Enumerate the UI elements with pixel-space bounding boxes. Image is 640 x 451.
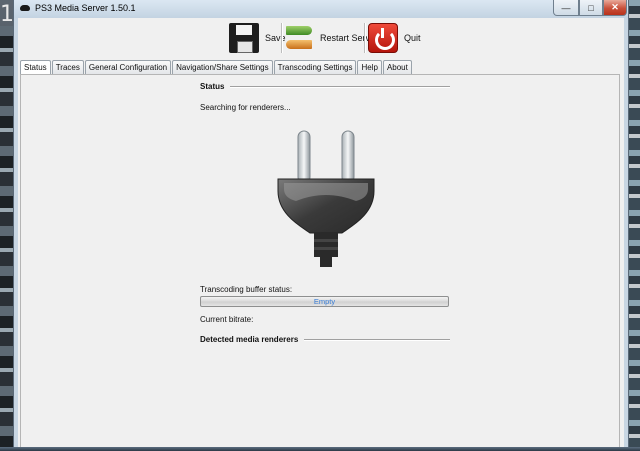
searching-renderers-text: Searching for renderers... [200,103,291,112]
toolbar-separator [281,23,283,53]
orange-arrow-icon [286,40,312,49]
restart-arrows-icon [284,23,314,53]
close-button[interactable]: ✕ [603,0,627,16]
maximize-button[interactable]: □ [579,0,603,16]
tab-navigation-share-settings[interactable]: Navigation/Share Settings [172,60,273,74]
toolbar: Save Restart Server Quit [18,18,624,58]
floppy-disk-icon [229,23,259,53]
tab-about[interactable]: About [382,60,412,74]
desktop-partial-text: 1 [0,2,14,27]
tab-transcoding-settings[interactable]: Transcoding Settings [273,60,357,74]
tab-status[interactable]: Status [20,60,51,75]
power-off-icon [368,23,398,53]
tab-help[interactable]: Help [357,60,382,74]
title-bar[interactable]: PS3 Media Server 1.50.1 — □ ✕ [14,0,628,18]
toolbar-separator [364,23,366,53]
tab-traces[interactable]: Traces [51,60,84,74]
quit-button[interactable]: Quit [368,22,421,54]
minimize-button[interactable]: — [553,0,579,16]
quit-label: Quit [404,33,421,43]
tab-general-configuration[interactable]: General Configuration [84,60,172,74]
green-arrow-icon [286,26,312,35]
current-bitrate-label: Current bitrate: [200,315,254,324]
renderers-section-title: Detected media renderers [200,335,299,344]
save-button[interactable]: Save [229,22,286,54]
buffer-status-value: Empty [313,297,336,306]
status-content: Status Searching for renderers... Transc… [196,75,456,449]
app-icon [20,5,30,11]
status-section-header: Status [200,82,450,91]
power-plug-icon [277,130,375,267]
tab-bar: Status Traces General Configuration Navi… [20,60,413,75]
taskbar [0,447,640,451]
buffer-status-label: Transcoding buffer status: [200,285,293,294]
section-divider [230,85,450,88]
status-section-title: Status [200,82,225,91]
renderers-section-header: Detected media renderers [200,335,450,344]
progress-track: Empty [200,296,449,307]
buffer-progress-bar: Empty [200,296,449,307]
app-window: PS3 Media Server 1.50.1 — □ ✕ Save Resta… [13,0,629,451]
status-panel: Status Searching for renderers... Transc… [20,74,620,448]
desktop-wallpaper-left [0,26,13,451]
client-area: Save Restart Server Quit Status Traces G… [18,18,624,451]
window-title: PS3 Media Server 1.50.1 [35,3,136,13]
section-divider [304,338,450,341]
